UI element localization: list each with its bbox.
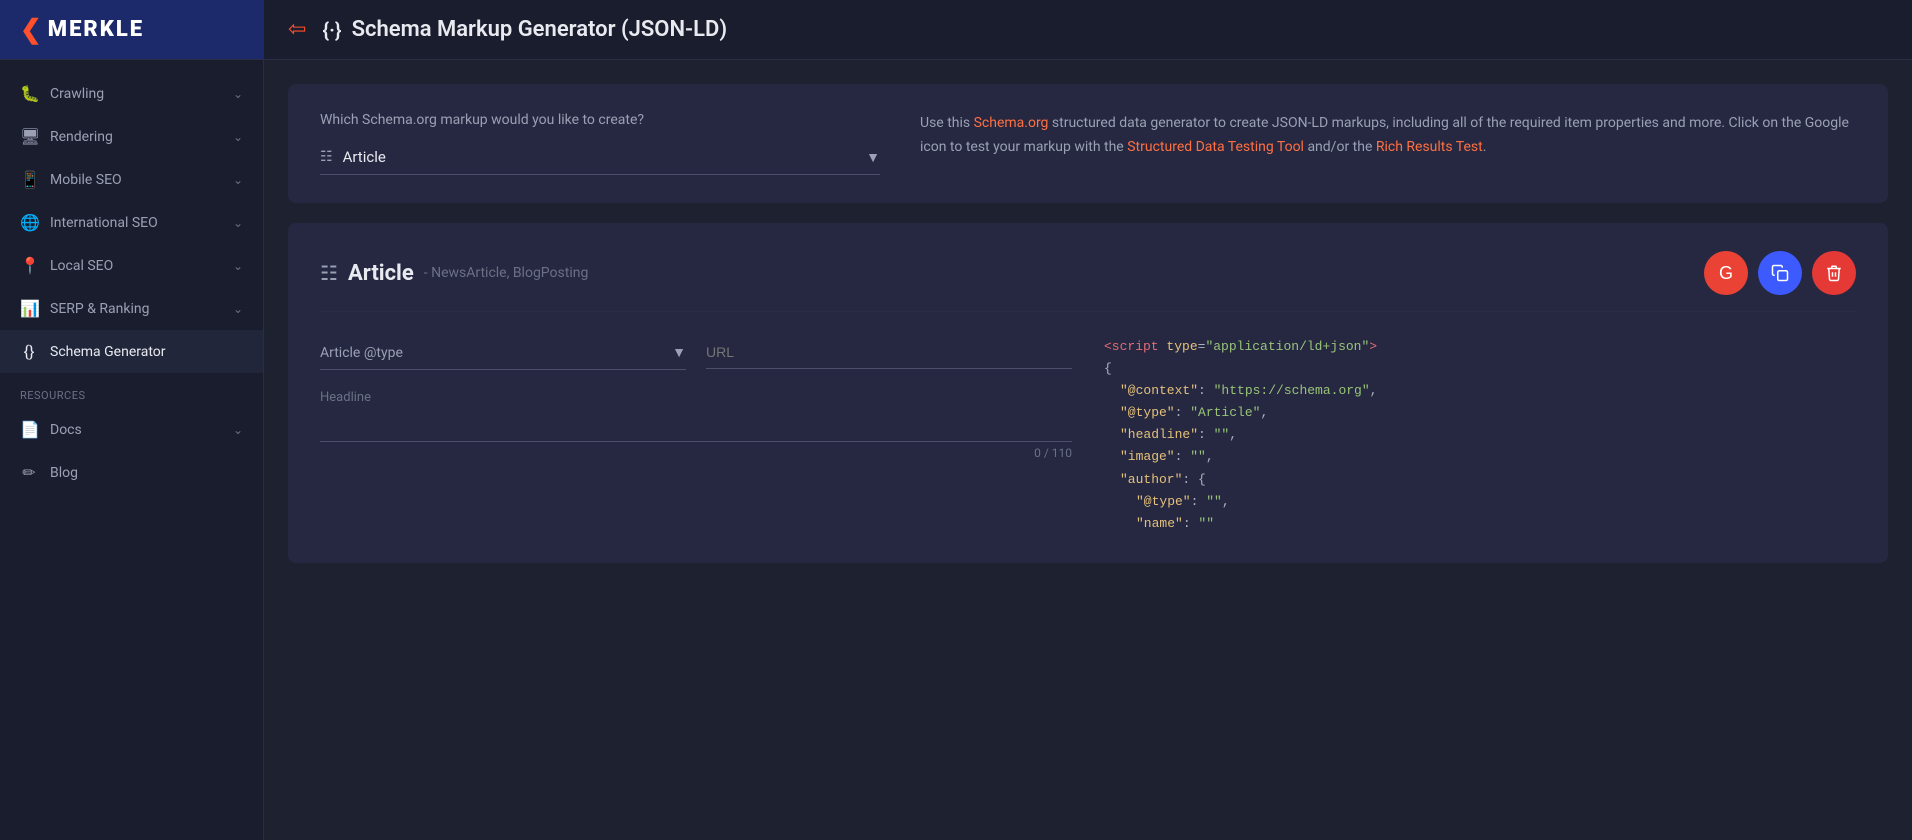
article-type-icon: ☷	[320, 261, 338, 285]
logo-area: ❮ MERKLE	[0, 0, 264, 59]
article-card: ☷ Article - NewsArticle, BlogPosting G	[288, 223, 1888, 563]
logo-chevron-icon: ❮	[20, 15, 44, 45]
sidebar-item-local-seo[interactable]: 📍 Local SEO ⌄	[0, 244, 263, 287]
schema-gen-icon: {}	[20, 342, 38, 361]
type-url-row: Article @type ▼	[320, 336, 1072, 370]
dropdown-chevron-icon: ▼	[672, 344, 686, 361]
code-preview: <script type="application/ld+json"> { "@…	[1104, 336, 1856, 535]
select-chevron-icon: ▼	[866, 149, 880, 166]
rendering-icon: 🖥	[20, 127, 38, 146]
sidebar-item-mobile-seo[interactable]: 📱 Mobile SEO ⌄	[0, 158, 263, 201]
mobile-icon: 📱	[20, 170, 38, 189]
sidebar-item-rendering[interactable]: 🖥 Rendering ⌄	[0, 115, 263, 158]
code-line-9: "name": ""	[1104, 513, 1856, 535]
schema-type-select[interactable]: ☷ Article ▼	[320, 140, 880, 175]
sidebar-item-blog[interactable]: ✏ Blog	[0, 451, 263, 494]
article-type-dropdown[interactable]: Article @type ▼	[320, 336, 686, 370]
code-line-4: "@type": "Article",	[1104, 402, 1856, 424]
sidebar-item-crawling[interactable]: 🐛 Crawling ⌄	[0, 72, 263, 115]
google-test-button[interactable]: G	[1704, 251, 1748, 295]
sidebar-item-docs[interactable]: 📄 Docs ⌄	[0, 408, 263, 451]
resources-section-label: Resources	[0, 373, 263, 408]
international-icon: 🌐	[20, 213, 38, 232]
headline-input[interactable]	[320, 409, 1072, 442]
copy-button[interactable]	[1758, 251, 1802, 295]
header: ❮ MERKLE ⇦ {·} Schema Markup Generator (…	[0, 0, 1912, 60]
docs-icon: 📄	[20, 420, 38, 439]
serp-icon: 📊	[20, 299, 38, 318]
crawling-icon: 🐛	[20, 84, 38, 103]
article-title-area: ☷ Article - NewsArticle, BlogPosting	[320, 261, 588, 286]
form-code-split: Article @type ▼ Headline 0 / 110	[320, 336, 1856, 535]
schema-org-link[interactable]: Schema.org	[974, 115, 1049, 131]
code-line-3: "@context": "https://schema.org",	[1104, 380, 1856, 402]
delete-button[interactable]	[1812, 251, 1856, 295]
schema-select-area: Which Schema.org markup would you like t…	[320, 112, 880, 175]
article-actions: G	[1704, 251, 1856, 295]
chevron-down-icon: ⌄	[233, 87, 243, 101]
header-content: ⇦ {·} Schema Markup Generator (JSON-LD)	[264, 17, 1912, 42]
chevron-down-icon: ⌄	[233, 423, 243, 437]
local-icon: 📍	[20, 256, 38, 275]
url-field-group	[706, 336, 1072, 370]
sidebar-item-serp-ranking[interactable]: 📊 SERP & Ranking ⌄	[0, 287, 263, 330]
sidebar: 🐛 Crawling ⌄ 🖥 Rendering ⌄ 📱 Mobile SEO …	[0, 60, 264, 840]
main-layout: 🐛 Crawling ⌄ 🖥 Rendering ⌄ 📱 Mobile SEO …	[0, 60, 1912, 840]
article-header: ☷ Article - NewsArticle, BlogPosting G	[320, 251, 1856, 312]
code-line-6: "image": "",	[1104, 446, 1856, 468]
logo: ❮ MERKLE	[20, 15, 144, 45]
chevron-down-icon: ⌄	[233, 302, 243, 316]
char-count: 0 / 110	[320, 446, 1072, 460]
chevron-down-icon: ⌄	[233, 216, 243, 230]
description-area: Use this Schema.org structured data gene…	[920, 112, 1856, 160]
select-label: Which Schema.org markup would you like t…	[320, 112, 880, 128]
sidebar-item-international-seo[interactable]: 🌐 International SEO ⌄	[0, 201, 263, 244]
code-line-1: <script type="application/ld+json">	[1104, 336, 1856, 358]
headline-field-group: Headline 0 / 110	[320, 390, 1072, 460]
sidebar-item-schema-generator[interactable]: {} Schema Generator	[0, 330, 263, 373]
schema-icon: {·}	[322, 18, 341, 42]
back-icon[interactable]: ⇦	[288, 17, 306, 42]
code-line-8: "@type": "",	[1104, 491, 1856, 513]
headline-label: Headline	[320, 390, 1072, 405]
main-content: Which Schema.org markup would you like t…	[264, 60, 1912, 840]
schema-selector-card: Which Schema.org markup would you like t…	[288, 84, 1888, 203]
rich-results-test-link[interactable]: Rich Results Test	[1376, 139, 1483, 155]
chevron-down-icon: ⌄	[233, 173, 243, 187]
chevron-down-icon: ⌄	[233, 259, 243, 273]
page-title: {·} Schema Markup Generator (JSON-LD)	[322, 17, 727, 42]
article-type-field: Article @type ▼	[320, 336, 686, 370]
chevron-down-icon: ⌄	[233, 130, 243, 144]
code-line-5: "headline": "",	[1104, 424, 1856, 446]
structured-data-testing-tool-link[interactable]: Structured Data Testing Tool	[1127, 139, 1304, 155]
form-area: Article @type ▼ Headline 0 / 110	[320, 336, 1072, 535]
url-input[interactable]	[706, 336, 1072, 369]
blog-icon: ✏	[20, 463, 38, 482]
code-line-2: {	[1104, 358, 1856, 380]
table-icon: ☷	[320, 149, 333, 165]
code-line-7: "author": {	[1104, 469, 1856, 491]
headline-row: Headline 0 / 110	[320, 390, 1072, 460]
